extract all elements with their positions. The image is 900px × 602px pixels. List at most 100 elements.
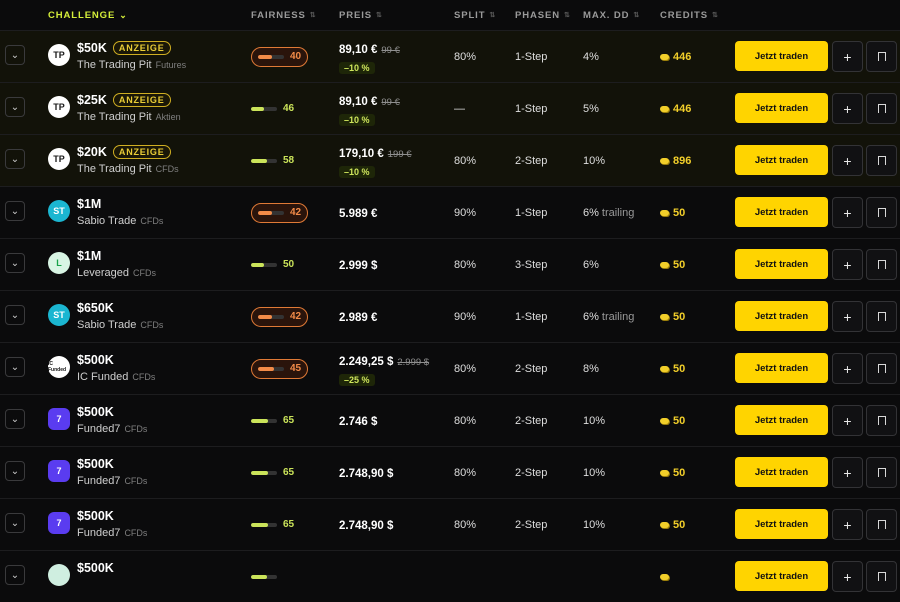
column-split[interactable]: SPLIT ⇅ bbox=[454, 0, 496, 30]
old-price: 2.999 $ bbox=[397, 357, 430, 368]
split-cell: 80% bbox=[454, 362, 477, 375]
fairness-score: 50 bbox=[283, 259, 295, 270]
expand-row-button[interactable]: ⌄ bbox=[5, 461, 25, 481]
column-maxdd[interactable]: MAX. DD ⇅ bbox=[583, 0, 640, 30]
challenge-cell[interactable]: $500K bbox=[77, 559, 114, 591]
maxdd-cell: 6% trailing bbox=[583, 291, 634, 342]
fairness-score: 58 bbox=[283, 155, 295, 166]
expand-row-button[interactable]: ⌄ bbox=[5, 253, 25, 273]
fairness-cell: 65 bbox=[251, 447, 300, 498]
bookmark-icon bbox=[877, 52, 886, 63]
challenge-cell[interactable]: $20K ANZEIGE The Trading Pit CFDs bbox=[77, 143, 179, 175]
fairness-bar bbox=[251, 262, 277, 267]
bookmark-button[interactable] bbox=[866, 41, 897, 72]
credits-cell: 896 bbox=[660, 135, 691, 186]
fairness-bar bbox=[258, 54, 284, 59]
split-cell: 80% bbox=[454, 518, 477, 531]
trade-now-button[interactable]: Jetzt traden bbox=[735, 509, 828, 539]
expand-row-button[interactable]: ⌄ bbox=[5, 97, 25, 117]
column-maxdd-label: MAX. DD bbox=[583, 9, 630, 21]
bookmark-button[interactable] bbox=[866, 353, 897, 384]
trade-now-button[interactable]: Jetzt traden bbox=[735, 405, 828, 435]
add-compare-button[interactable]: + bbox=[832, 249, 863, 280]
column-fairness[interactable]: FAIRNESS ⇅ bbox=[251, 0, 316, 30]
challenge-cell[interactable]: $50K ANZEIGE The Trading Pit Futures bbox=[77, 39, 186, 71]
fairness-bar bbox=[251, 418, 277, 423]
add-compare-button[interactable]: + bbox=[832, 405, 863, 436]
price: 89,10 € bbox=[339, 44, 378, 56]
column-phases[interactable]: PHASEN ⇅ bbox=[515, 0, 571, 30]
add-compare-button[interactable]: + bbox=[832, 145, 863, 176]
plus-icon: + bbox=[843, 464, 852, 481]
challenge-cell[interactable]: $500K IC Funded CFDs bbox=[77, 351, 155, 383]
trade-now-button[interactable]: Jetzt traden bbox=[735, 145, 828, 175]
split-cell: 90% bbox=[454, 310, 477, 323]
bookmark-button[interactable] bbox=[866, 197, 897, 228]
credits-value: 446 bbox=[673, 102, 692, 115]
bookmark-button[interactable] bbox=[866, 457, 897, 488]
add-compare-button[interactable]: + bbox=[832, 353, 863, 384]
challenge-cell[interactable]: $650K Sabio Trade CFDs bbox=[77, 299, 163, 331]
trade-now-button[interactable]: Jetzt traden bbox=[735, 249, 828, 279]
column-challenge-label: CHALLENGE bbox=[48, 9, 116, 21]
maxdd-value: 8% bbox=[583, 362, 599, 375]
add-compare-button[interactable]: + bbox=[832, 509, 863, 540]
challenge-cell[interactable]: $500K Funded7 CFDs bbox=[77, 507, 147, 539]
add-compare-button[interactable]: + bbox=[832, 197, 863, 228]
expand-row-button[interactable]: ⌄ bbox=[5, 565, 25, 585]
expand-row-button[interactable]: ⌄ bbox=[5, 357, 25, 377]
challenge-cell[interactable]: $1M Leveraged CFDs bbox=[77, 247, 156, 279]
bookmark-icon bbox=[877, 364, 886, 375]
table-row: ⌄ $500K Jetzt traden + bbox=[0, 550, 900, 602]
trade-now-button[interactable]: Jetzt traden bbox=[735, 457, 828, 487]
expand-row-button[interactable]: ⌄ bbox=[5, 305, 25, 325]
bookmark-button[interactable] bbox=[866, 405, 897, 436]
column-credits[interactable]: CREDITS ⇅ bbox=[660, 0, 719, 30]
add-compare-button[interactable]: + bbox=[832, 457, 863, 488]
bookmark-button[interactable] bbox=[866, 301, 897, 332]
bookmark-button[interactable] bbox=[866, 249, 897, 280]
challenge-cell[interactable]: $1M Sabio Trade CFDs bbox=[77, 195, 163, 227]
column-price[interactable]: PREIS ⇅ bbox=[339, 0, 383, 30]
trade-now-button[interactable]: Jetzt traden bbox=[735, 561, 828, 591]
market-type: CFDs bbox=[140, 216, 164, 226]
expand-row-button[interactable]: ⌄ bbox=[5, 45, 25, 65]
plus-icon: + bbox=[843, 100, 852, 117]
column-challenge[interactable]: CHALLENGE ⌄ bbox=[48, 0, 128, 30]
old-price: 199 € bbox=[387, 149, 412, 160]
bookmark-button[interactable] bbox=[866, 145, 897, 176]
challenge-cell[interactable]: $500K Funded7 CFDs bbox=[77, 455, 147, 487]
add-compare-button[interactable]: + bbox=[832, 561, 863, 592]
market-type: CFDs bbox=[124, 528, 148, 538]
trade-now-button[interactable]: Jetzt traden bbox=[735, 41, 828, 71]
table-body: ⌄ TP $50K ANZEIGE The Trading Pit Futures … bbox=[0, 30, 900, 602]
fairness-bar bbox=[251, 574, 277, 579]
maxdd-value: 10% bbox=[583, 466, 606, 479]
fairness-cell: 42 bbox=[251, 291, 309, 342]
firm-logo-icon: TP bbox=[48, 96, 70, 118]
trade-now-button[interactable]: Jetzt traden bbox=[735, 197, 828, 227]
bookmark-button[interactable] bbox=[866, 561, 897, 592]
expand-row-button[interactable]: ⌄ bbox=[5, 513, 25, 533]
challenge-cell[interactable]: $25K ANZEIGE The Trading Pit Aktien bbox=[77, 91, 181, 123]
fairness-bar-fill bbox=[251, 574, 267, 579]
bookmark-button[interactable] bbox=[866, 93, 897, 124]
expand-row-button[interactable]: ⌄ bbox=[5, 201, 25, 221]
add-compare-button[interactable]: + bbox=[832, 301, 863, 332]
credits-cell: 50 bbox=[660, 499, 685, 550]
trade-now-button[interactable]: Jetzt traden bbox=[735, 353, 828, 383]
expand-row-button[interactable]: ⌄ bbox=[5, 149, 25, 169]
bookmark-button[interactable] bbox=[866, 509, 897, 540]
trade-now-button[interactable]: Jetzt traden bbox=[735, 301, 828, 331]
challenge-cell[interactable]: $500K Funded7 CFDs bbox=[77, 403, 147, 435]
trade-now-button[interactable]: Jetzt traden bbox=[735, 93, 828, 123]
add-compare-button[interactable]: + bbox=[832, 93, 863, 124]
credits-cell: 50 bbox=[660, 187, 685, 238]
expand-row-button[interactable]: ⌄ bbox=[5, 409, 25, 429]
split-cell: 90% bbox=[454, 206, 477, 219]
add-compare-button[interactable]: + bbox=[832, 41, 863, 72]
firm-logo-icon: 7 bbox=[48, 408, 70, 430]
plus-icon: + bbox=[843, 308, 852, 325]
firm-name: The Trading Pit bbox=[77, 163, 152, 175]
firm-name-cell: Funded7 CFDs bbox=[77, 475, 147, 487]
